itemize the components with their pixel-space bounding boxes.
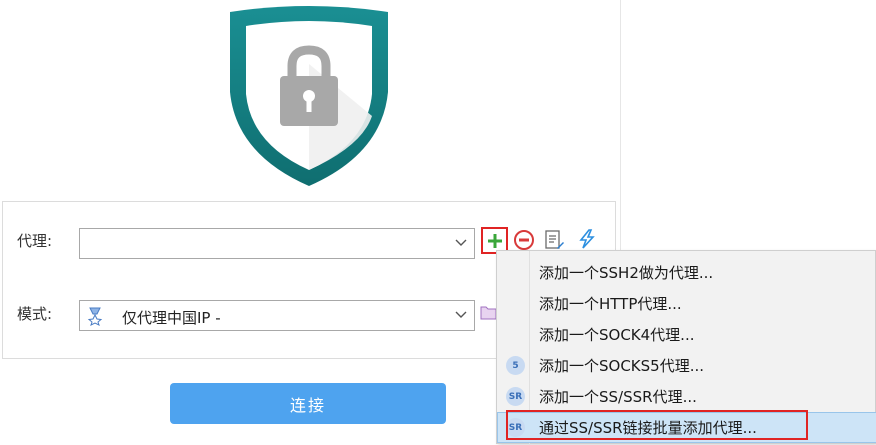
mode-icon xyxy=(87,307,103,326)
proxy-select[interactable] xyxy=(79,228,475,259)
menu-item-label: 添加一个HTTP代理... xyxy=(539,295,682,313)
remove-proxy-button[interactable] xyxy=(513,229,535,251)
mode-select[interactable]: 仅代理中国IP - xyxy=(79,300,475,331)
menu-item-label: 添加一个SSH2做为代理... xyxy=(539,264,714,282)
menu-item-add-ss-ssr[interactable]: SR 添加一个SS/SSR代理... xyxy=(497,381,876,412)
menu-item-add-socks5[interactable]: 5 添加一个SOCKS5代理... xyxy=(497,350,876,381)
mode-select-value: 仅代理中国IP - xyxy=(122,309,221,327)
socks5-icon: 5 xyxy=(506,356,525,375)
menu-item-add-ssh2[interactable]: 添加一个SSH2做为代理... xyxy=(497,257,876,288)
batch-add-highlight xyxy=(506,410,808,440)
menu-item-label: 添加一个SS/SSR代理... xyxy=(539,388,697,406)
connect-button[interactable]: 连接 xyxy=(170,383,446,424)
menu-item-label: 添加一个SOCK4代理... xyxy=(539,326,695,344)
menu-item-label: 添加一个SOCKS5代理... xyxy=(539,357,705,375)
edit-proxy-button[interactable] xyxy=(543,229,565,251)
add-proxy-button[interactable] xyxy=(484,230,506,252)
menu-item-add-http[interactable]: 添加一个HTTP代理... xyxy=(497,288,876,319)
proxy-label: 代理: xyxy=(17,232,53,250)
mode-label: 模式: xyxy=(17,305,53,323)
lightning-test-button[interactable] xyxy=(576,228,598,250)
menu-item-add-sock4[interactable]: 添加一个SOCK4代理... xyxy=(497,319,876,350)
folder-icon[interactable] xyxy=(480,303,496,321)
chevron-down-icon xyxy=(455,311,467,318)
ssr-icon: SR xyxy=(506,387,525,406)
shield-lock-logo xyxy=(230,6,388,186)
content-divider xyxy=(620,0,621,250)
chevron-down-icon xyxy=(455,239,467,246)
